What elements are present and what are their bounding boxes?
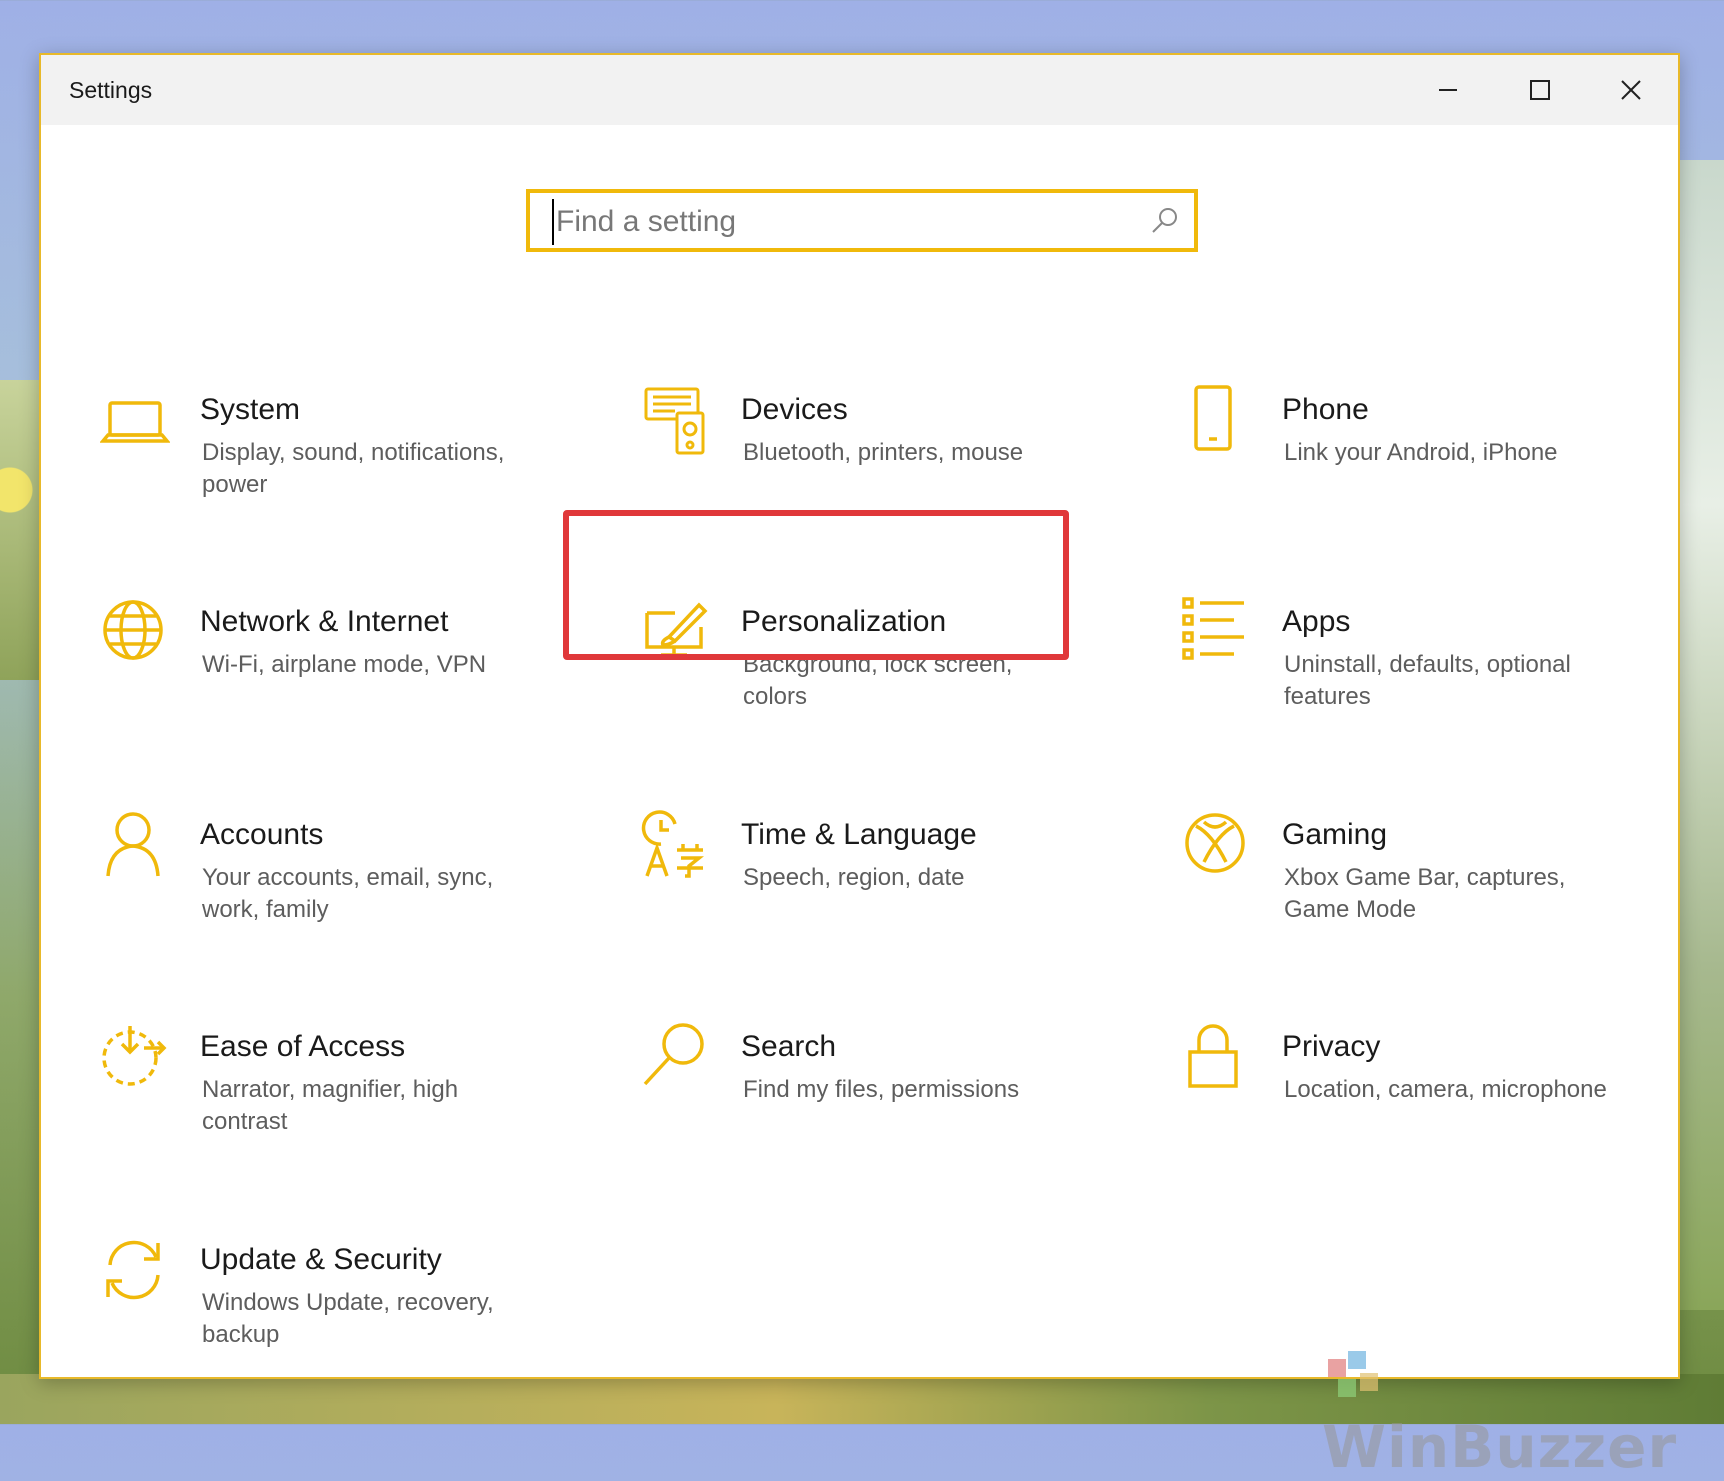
tile-title: Privacy <box>1282 1030 1381 1063</box>
tile-network-internet[interactable]: Network & Internet Wi-Fi, airplane mode,… <box>100 597 560 737</box>
tile-apps[interactable]: Apps Uninstall, defaults, optional featu… <box>1182 597 1642 737</box>
tile-description: Link your Android, iPhone <box>1284 439 1558 466</box>
tile-description: Find my files, permissions <box>743 1076 1020 1103</box>
clock-language-icon <box>641 810 711 880</box>
tile-devices[interactable]: Devices Bluetooth, printers, mouse <box>641 385 1101 525</box>
tile-title: Update & Security <box>200 1243 442 1276</box>
tile-privacy[interactable]: Privacy Location, camera, microphone <box>1182 1022 1642 1162</box>
tile-title: Network & Internet <box>200 605 449 638</box>
title-bar: Settings <box>41 55 1678 125</box>
phone-icon <box>1182 385 1252 455</box>
tile-title: System <box>200 393 301 426</box>
tile-update-security[interactable]: Update & Security Windows Update, recove… <box>100 1235 560 1375</box>
ease-of-access-icon <box>100 1022 170 1092</box>
tile-description: Your accounts, email, sync, work, family <box>202 864 494 923</box>
tile-search[interactable]: Search Find my files, permissions <box>641 1022 1101 1162</box>
watermark-logo-icon <box>1322 1343 1392 1413</box>
tile-title: Search <box>741 1030 837 1063</box>
minimize-button[interactable] <box>1403 55 1493 125</box>
globe-icon <box>100 597 170 667</box>
xbox-icon <box>1182 810 1252 880</box>
watermark-text: WinBuzzer <box>1322 1340 1724 1481</box>
search-input[interactable] <box>552 199 1118 245</box>
window-title: Settings <box>69 77 153 103</box>
tile-title: Phone <box>1282 393 1369 426</box>
tile-title: Devices <box>741 393 848 426</box>
paintbrush-monitor-icon <box>641 597 711 667</box>
tile-description: Display, sound, notifications, power <box>202 439 505 498</box>
tile-time-language[interactable]: Time & Language Speech, region, date <box>641 810 1101 950</box>
tile-title: Accounts <box>200 818 324 851</box>
close-button[interactable] <box>1586 55 1676 125</box>
maximize-icon <box>1530 80 1550 100</box>
tile-accounts[interactable]: Accounts Your accounts, email, sync, wor… <box>100 810 560 950</box>
search-box[interactable] <box>526 189 1198 252</box>
tile-title: Ease of Access <box>200 1030 406 1063</box>
tile-description: Wi-Fi, airplane mode, VPN <box>202 651 487 678</box>
tile-description: Bluetooth, printers, mouse <box>743 439 1024 466</box>
tile-phone[interactable]: Phone Link your Android, iPhone <box>1182 385 1642 525</box>
tile-description: Uninstall, defaults, optional features <box>1284 651 1571 710</box>
tile-description: Speech, region, date <box>743 864 965 891</box>
minimize-icon <box>1439 89 1457 91</box>
tile-description: Xbox Game Bar, captures, Game Mode <box>1284 864 1566 923</box>
tile-title: Personalization <box>741 605 947 638</box>
tile-description: Background, lock screen, colors <box>743 651 1013 710</box>
list-icon <box>1182 597 1252 667</box>
tile-title: Gaming <box>1282 818 1388 851</box>
sync-arrows-icon <box>100 1235 170 1305</box>
search-icon[interactable] <box>1150 205 1180 235</box>
tile-title: Apps <box>1282 605 1351 638</box>
watermark-label: WinBuzzer <box>1322 1412 1678 1481</box>
maximize-button[interactable] <box>1495 55 1585 125</box>
tile-gaming[interactable]: Gaming Xbox Game Bar, captures, Game Mod… <box>1182 810 1642 950</box>
laptop-icon <box>100 385 170 455</box>
lock-icon <box>1182 1022 1252 1092</box>
close-icon <box>1621 80 1641 100</box>
person-icon <box>100 810 170 880</box>
settings-window: Settings System Display, sound, notifica… <box>39 53 1680 1379</box>
tile-description: Location, camera, microphone <box>1284 1076 1607 1103</box>
tile-description: Windows Update, recovery, backup <box>202 1289 494 1348</box>
tile-title: Time & Language <box>741 818 977 851</box>
tile-personalization[interactable]: Personalization Background, lock screen,… <box>641 597 1101 737</box>
keyboard-speaker-icon <box>641 385 711 455</box>
background-right-edge <box>1680 160 1724 1310</box>
magnifier-icon <box>641 1022 711 1092</box>
tile-description: Narrator, magnifier, high contrast <box>202 1076 459 1135</box>
tile-system[interactable]: System Display, sound, notifications, po… <box>100 385 560 525</box>
tile-ease-of-access[interactable]: Ease of Access Narrator, magnifier, high… <box>100 1022 560 1162</box>
